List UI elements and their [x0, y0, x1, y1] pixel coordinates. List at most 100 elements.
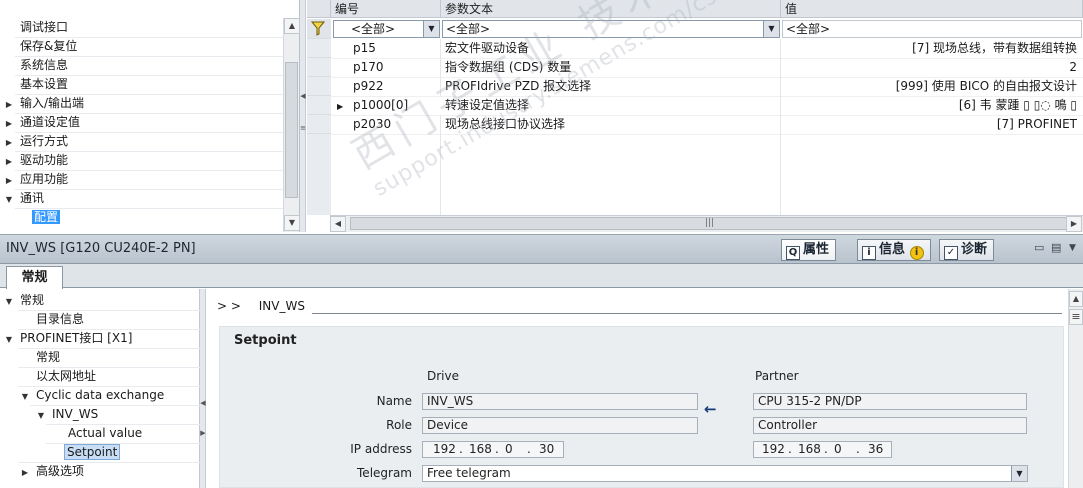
filter-icon[interactable] [311, 21, 325, 36]
tree-vertical-scrollbar[interactable]: ▲ ▼ [283, 18, 300, 232]
dropdown-arrow-icon[interactable]: ▼ [763, 21, 779, 37]
expand-arrow-icon[interactable]: ▶ [4, 152, 14, 171]
expand-arrow-icon[interactable]: ▶ [4, 171, 14, 190]
partner-role-field[interactable]: Controller [753, 417, 1027, 434]
inspector-window: INV_WS [G120 CU240E-2 PN] Q 属性 i 信息 i ✓ 诊断 … [0, 234, 1083, 488]
inspector-subtabs: 常规 [0, 264, 1083, 289]
tree-item-setpoint[interactable]: Setpoint [64, 443, 121, 462]
tree-item-application-functions[interactable]: ▶ 应用功能 [0, 170, 283, 189]
filter-text-dropdown[interactable]: <全部> ▼ [442, 20, 780, 38]
scroll-up-icon[interactable]: ▲ [284, 18, 300, 34]
cell-number[interactable]: p170 [331, 58, 441, 77]
collapse-arrow-icon[interactable]: ▼ [4, 330, 14, 349]
maximize-icon[interactable]: ▤ [1051, 241, 1061, 254]
tree-item-inv-ws[interactable]: ▼ INV_WS [36, 405, 98, 424]
column-header-number[interactable]: 编号 [331, 0, 441, 18]
breadcrumb: > > INV_WS [217, 299, 305, 313]
cell-text[interactable]: 宏文件驱动设备 [441, 39, 781, 58]
drive-role-field[interactable]: Device [422, 417, 698, 434]
filter-number-dropdown[interactable]: <全部> ▼ [333, 20, 440, 38]
tree-item-advanced-options[interactable]: ▶ 高级选项 [20, 462, 84, 481]
dropdown-arrow-icon[interactable]: ▼ [1011, 466, 1027, 481]
tree-item-basic-settings[interactable]: 基本设置 [0, 75, 283, 94]
tab-properties[interactable]: Q 属性 [781, 239, 837, 261]
float-window-icon[interactable]: ▭ [1034, 241, 1044, 254]
splitter-collapse-icon[interactable]: ◀ [300, 92, 306, 100]
tree-item-general[interactable]: ▼ 常规 [4, 291, 44, 310]
column-header-text[interactable]: 参数文本 [441, 0, 781, 18]
scroll-left-icon[interactable]: ◀ [330, 216, 346, 232]
grip-icon: ||| [705, 218, 715, 228]
minimize-icon[interactable]: ▼ [1069, 243, 1076, 253]
expand-arrow-icon[interactable]: ▶ [4, 133, 14, 152]
inspector-content: > > INV_WS Setpoint Drive Partner Name I… [207, 289, 1067, 488]
filter-value-field[interactable]: <全部> [782, 20, 1082, 38]
expand-arrow-icon[interactable]: ▶ [4, 114, 14, 133]
scroll-grip-icon[interactable]: ≡ [1069, 309, 1083, 325]
cell-number[interactable]: p922 [331, 77, 441, 96]
inspector-title: INV_WS [G120 CU240E-2 PN] [6, 241, 196, 256]
tree-item-setpoint-channel[interactable]: ▶ 通道设定值 [0, 113, 283, 132]
cell-value[interactable]: [6] 韦 蒙踵 ▯ ▯◌ 鳴 ▯ [781, 96, 1077, 115]
tree-item-save-reset[interactable]: 保存&复位 [0, 37, 283, 56]
partner-name-field[interactable]: CPU 315-2 PN/DP [753, 393, 1027, 410]
cell-text[interactable]: 转速设定值选择 [441, 96, 781, 115]
column-header-value[interactable]: 值 [781, 0, 1083, 18]
info-warning-icon: i [909, 246, 924, 260]
collapse-arrow-icon[interactable]: ▼ [20, 387, 30, 406]
drive-ip-field[interactable]: 192 . 168 . 0 . 30 [422, 441, 564, 458]
scroll-right-icon[interactable]: ▶ [1066, 216, 1082, 232]
cell-text[interactable]: PROFIdrive PZD 报文选择 [441, 77, 781, 96]
dropdown-arrow-icon[interactable]: ▼ [423, 21, 439, 37]
tree-item-drive-functions[interactable]: ▶ 驱动功能 [0, 151, 283, 170]
cell-value[interactable]: [999] 使用 BICO 的自由报文设计 [781, 77, 1077, 96]
inspector-splitter[interactable]: ◀ ▶ [200, 289, 206, 488]
table-horizontal-scrollbar[interactable]: ◀ ||| ▶ [330, 215, 1083, 232]
drive-name-field[interactable]: INV_WS [422, 393, 698, 410]
tree-item-io-terminals[interactable]: ▶ 输入/输出端 [0, 94, 283, 113]
cell-number[interactable]: p2030 [331, 115, 441, 134]
expand-arrow-icon[interactable]: ▶ [20, 463, 30, 482]
tree-item-ethernet-address[interactable]: 以太网地址 [36, 367, 96, 386]
vertical-splitter[interactable]: ◀ ≡ [300, 0, 306, 232]
tab-info[interactable]: i 信息 i [857, 239, 931, 261]
tree-item-configuration[interactable]: 配置 [0, 208, 283, 227]
splitter-grip-icon[interactable]: ≡ [300, 124, 306, 132]
tree-item-actual-value[interactable]: Actual value [68, 424, 142, 443]
expand-arrow-icon[interactable]: ▶ [337, 97, 349, 115]
tab-diagnostics[interactable]: ✓ 诊断 [939, 239, 995, 261]
name-label: Name [376, 394, 412, 408]
cell-number[interactable]: p1000[0] [353, 98, 408, 112]
cell-text[interactable]: 指令数据组 (CDS) 数量 [441, 58, 781, 77]
tree-item-debug-interface[interactable]: 调试接口 [0, 18, 283, 37]
cell-value[interactable]: [7] 现场总线，带有数据组转换 [781, 39, 1077, 58]
tab-general[interactable]: 常规 [6, 266, 63, 289]
scroll-down-icon[interactable]: ▼ [284, 215, 300, 231]
tree-item-catalog-info[interactable]: 目录信息 [36, 310, 84, 329]
collapse-arrow-icon[interactable]: ▼ [36, 406, 46, 425]
tree-item-system-info[interactable]: 系统信息 [0, 56, 283, 75]
splitter-expand-icon[interactable]: ▶ [200, 429, 206, 437]
inspector-vertical-scrollbar[interactable]: ▲ ≡ [1068, 289, 1083, 488]
scrollbar-thumb[interactable] [285, 62, 298, 198]
tree-item-operating-mode[interactable]: ▶ 运行方式 [0, 132, 283, 151]
tree-item-interface-general[interactable]: 常规 [36, 348, 60, 367]
scroll-up-icon[interactable]: ▲ [1069, 291, 1083, 307]
arrow-left-icon: ← [704, 400, 717, 418]
tree-item-profinet-interface[interactable]: ▼ PROFINET接口 [X1] [4, 329, 132, 348]
telegram-label: Telegram [357, 466, 412, 480]
splitter-collapse-icon[interactable]: ◀ [200, 399, 206, 407]
cell-value[interactable]: [7] PROFINET [781, 115, 1077, 134]
partner-ip-field[interactable]: 192 . 168 . 0 . 36 [753, 441, 892, 458]
parameter-navigation-tree: 调试接口 保存&复位 系统信息 基本设置 ▶ 输入/输出端 ▶ 通道设定值 ▶ 运行方… [0, 0, 300, 232]
cell-text[interactable]: 现场总线接口协议选择 [441, 115, 781, 134]
cell-value[interactable]: 2 [781, 58, 1077, 77]
telegram-dropdown[interactable]: Free telegram ▼ [422, 465, 1028, 482]
tree-item-cyclic-data-exchange[interactable]: ▼ Cyclic data exchange [20, 386, 164, 405]
parameter-table: 编号 参数文本 值 <全部> ▼ <全部> ▼ <全部> p15 宏文件驱动设备 [… [307, 0, 1083, 232]
cell-number[interactable]: p15 [331, 39, 441, 58]
collapse-arrow-icon[interactable]: ▼ [4, 190, 14, 209]
tree-item-communication[interactable]: ▼ 通讯 [0, 189, 283, 208]
collapse-arrow-icon[interactable]: ▼ [4, 292, 14, 311]
expand-arrow-icon[interactable]: ▶ [4, 95, 14, 114]
